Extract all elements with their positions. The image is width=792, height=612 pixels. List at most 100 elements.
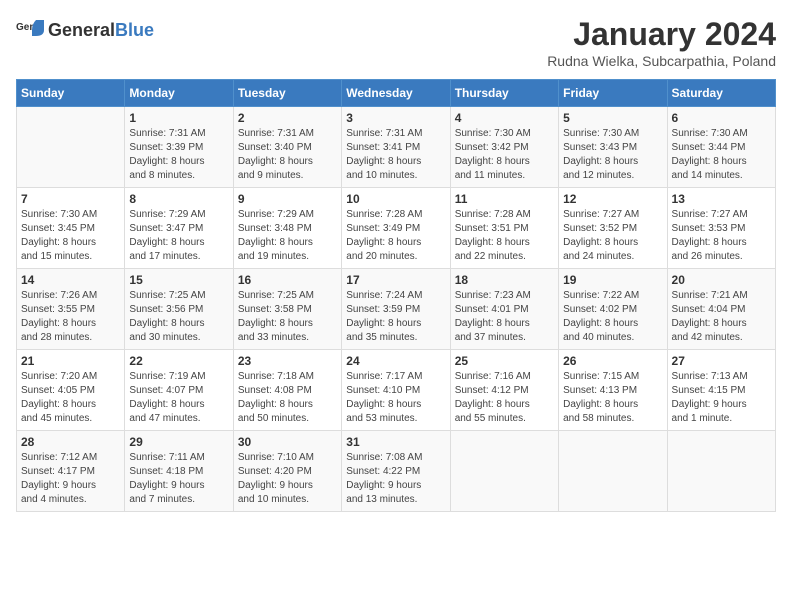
day-number: 25 xyxy=(455,354,554,368)
cell-content: Sunrise: 7:31 AM Sunset: 3:41 PM Dayligh… xyxy=(346,127,445,183)
day-number: 10 xyxy=(346,192,445,206)
day-number: 18 xyxy=(455,273,554,287)
calendar-title: January 2024 xyxy=(547,16,776,53)
calendar-week-row: 14 Sunrise: 7:26 AM Sunset: 3:55 PM Dayli… xyxy=(17,269,776,350)
day-number: 17 xyxy=(346,273,445,287)
calendar-week-row: 1 Sunrise: 7:31 AM Sunset: 3:39 PM Daylig… xyxy=(17,107,776,188)
calendar-cell: 5Sunrise: 7:30 AM Sunset: 3:43 PM Daylig… xyxy=(559,107,667,188)
cell-content: Sunrise: 7:13 AM Sunset: 4:15 PM Dayligh… xyxy=(672,370,771,426)
calendar-cell: 20 Sunrise: 7:21 AM Sunset: 4:04 PM Dayli… xyxy=(667,269,775,350)
day-number: 30 xyxy=(238,435,337,449)
calendar-body: 1 Sunrise: 7:31 AM Sunset: 3:39 PM Daylig… xyxy=(17,107,776,512)
calendar-cell xyxy=(450,431,558,512)
calendar-cell: 29Sunrise: 7:11 AM Sunset: 4:18 PM Dayli… xyxy=(125,431,233,512)
cell-content: Sunrise: 7:30 AM Sunset: 3:44 PM Dayligh… xyxy=(672,127,771,183)
calendar-cell xyxy=(667,431,775,512)
calendar-cell: 30 Sunrise: 7:10 AM Sunset: 4:20 PM Dayli… xyxy=(233,431,341,512)
calendar-cell: 13Sunrise: 7:27 AM Sunset: 3:53 PM Dayli… xyxy=(667,188,775,269)
calendar-cell: 16 Sunrise: 7:25 AM Sunset: 3:58 PM Dayli… xyxy=(233,269,341,350)
day-number: 12 xyxy=(563,192,662,206)
day-of-week-header: Monday xyxy=(125,80,233,107)
day-number: 7 xyxy=(21,192,120,206)
cell-content: Sunrise: 7:27 AM Sunset: 3:53 PM Dayligh… xyxy=(672,208,771,264)
calendar-cell: 1 Sunrise: 7:31 AM Sunset: 3:39 PM Daylig… xyxy=(125,107,233,188)
page-header: General General Blue January 2024 Rudna … xyxy=(16,16,776,69)
day-number: 4 xyxy=(455,111,554,125)
day-of-week-header: Saturday xyxy=(667,80,775,107)
cell-content: Sunrise: 7:21 AM Sunset: 4:04 PM Dayligh… xyxy=(672,289,771,345)
calendar-cell: 27 Sunrise: 7:13 AM Sunset: 4:15 PM Dayli… xyxy=(667,350,775,431)
cell-content: Sunrise: 7:16 AM Sunset: 4:12 PM Dayligh… xyxy=(455,370,554,426)
day-number: 16 xyxy=(238,273,337,287)
cell-content: Sunrise: 7:31 AM Sunset: 3:39 PM Dayligh… xyxy=(129,127,228,183)
calendar-cell: 2Sunrise: 7:31 AM Sunset: 3:40 PM Daylig… xyxy=(233,107,341,188)
calendar-cell: 8 Sunrise: 7:29 AM Sunset: 3:47 PM Daylig… xyxy=(125,188,233,269)
calendar-cell xyxy=(17,107,125,188)
cell-content: Sunrise: 7:30 AM Sunset: 3:42 PM Dayligh… xyxy=(455,127,554,183)
calendar-cell: 25 Sunrise: 7:16 AM Sunset: 4:12 PM Dayli… xyxy=(450,350,558,431)
calendar-cell: 21 Sunrise: 7:20 AM Sunset: 4:05 PM Dayli… xyxy=(17,350,125,431)
calendar-cell: 31 Sunrise: 7:08 AM Sunset: 4:22 PM Dayli… xyxy=(342,431,450,512)
day-of-week-header: Wednesday xyxy=(342,80,450,107)
cell-content: Sunrise: 7:08 AM Sunset: 4:22 PM Dayligh… xyxy=(346,451,445,507)
calendar-cell: 18Sunrise: 7:23 AM Sunset: 4:01 PM Dayli… xyxy=(450,269,558,350)
calendar-cell: 15 Sunrise: 7:25 AM Sunset: 3:56 PM Dayli… xyxy=(125,269,233,350)
day-number: 20 xyxy=(672,273,771,287)
calendar-header: SundayMondayTuesdayWednesdayThursdayFrid… xyxy=(17,80,776,107)
cell-content: Sunrise: 7:26 AM Sunset: 3:55 PM Dayligh… xyxy=(21,289,120,345)
calendar-table: SundayMondayTuesdayWednesdayThursdayFrid… xyxy=(16,79,776,512)
cell-content: Sunrise: 7:29 AM Sunset: 3:48 PM Dayligh… xyxy=(238,208,337,264)
calendar-cell: 12Sunrise: 7:27 AM Sunset: 3:52 PM Dayli… xyxy=(559,188,667,269)
calendar-cell: 3 Sunrise: 7:31 AM Sunset: 3:41 PM Daylig… xyxy=(342,107,450,188)
day-number: 11 xyxy=(455,192,554,206)
day-number: 15 xyxy=(129,273,228,287)
day-number: 26 xyxy=(563,354,662,368)
calendar-cell: 24Sunrise: 7:17 AM Sunset: 4:10 PM Dayli… xyxy=(342,350,450,431)
calendar-cell: 10Sunrise: 7:28 AM Sunset: 3:49 PM Dayli… xyxy=(342,188,450,269)
calendar-cell: 26 Sunrise: 7:15 AM Sunset: 4:13 PM Dayli… xyxy=(559,350,667,431)
cell-content: Sunrise: 7:17 AM Sunset: 4:10 PM Dayligh… xyxy=(346,370,445,426)
cell-content: Sunrise: 7:22 AM Sunset: 4:02 PM Dayligh… xyxy=(563,289,662,345)
calendar-cell: 9Sunrise: 7:29 AM Sunset: 3:48 PM Daylig… xyxy=(233,188,341,269)
cell-content: Sunrise: 7:20 AM Sunset: 4:05 PM Dayligh… xyxy=(21,370,120,426)
cell-content: Sunrise: 7:10 AM Sunset: 4:20 PM Dayligh… xyxy=(238,451,337,507)
calendar-subtitle: Rudna Wielka, Subcarpathia, Poland xyxy=(547,53,776,69)
day-of-week-header: Tuesday xyxy=(233,80,341,107)
calendar-cell: 14 Sunrise: 7:26 AM Sunset: 3:55 PM Dayli… xyxy=(17,269,125,350)
cell-content: Sunrise: 7:25 AM Sunset: 3:56 PM Dayligh… xyxy=(129,289,228,345)
cell-content: Sunrise: 7:24 AM Sunset: 3:59 PM Dayligh… xyxy=(346,289,445,345)
cell-content: Sunrise: 7:29 AM Sunset: 3:47 PM Dayligh… xyxy=(129,208,228,264)
day-of-week-header: Sunday xyxy=(17,80,125,107)
day-number: 2 xyxy=(238,111,337,125)
day-number: 14 xyxy=(21,273,120,287)
day-number: 29 xyxy=(129,435,228,449)
calendar-cell: 23 Sunrise: 7:18 AM Sunset: 4:08 PM Dayli… xyxy=(233,350,341,431)
title-area: January 2024 Rudna Wielka, Subcarpathia,… xyxy=(547,16,776,69)
cell-content: Sunrise: 7:18 AM Sunset: 4:08 PM Dayligh… xyxy=(238,370,337,426)
day-number: 19 xyxy=(563,273,662,287)
cell-content: Sunrise: 7:30 AM Sunset: 3:43 PM Dayligh… xyxy=(563,127,662,183)
cell-content: Sunrise: 7:30 AM Sunset: 3:45 PM Dayligh… xyxy=(21,208,120,264)
day-header-row: SundayMondayTuesdayWednesdayThursdayFrid… xyxy=(17,80,776,107)
day-number: 28 xyxy=(21,435,120,449)
day-number: 3 xyxy=(346,111,445,125)
day-number: 1 xyxy=(129,111,228,125)
calendar-cell: 4 Sunrise: 7:30 AM Sunset: 3:42 PM Daylig… xyxy=(450,107,558,188)
calendar-cell: 11 Sunrise: 7:28 AM Sunset: 3:51 PM Dayli… xyxy=(450,188,558,269)
logo-text-general: General xyxy=(48,20,115,41)
day-number: 8 xyxy=(129,192,228,206)
calendar-week-row: 28Sunrise: 7:12 AM Sunset: 4:17 PM Dayli… xyxy=(17,431,776,512)
cell-content: Sunrise: 7:28 AM Sunset: 3:51 PM Dayligh… xyxy=(455,208,554,264)
day-number: 21 xyxy=(21,354,120,368)
day-number: 23 xyxy=(238,354,337,368)
calendar-cell: 22Sunrise: 7:19 AM Sunset: 4:07 PM Dayli… xyxy=(125,350,233,431)
logo: General General Blue xyxy=(16,16,154,44)
cell-content: Sunrise: 7:19 AM Sunset: 4:07 PM Dayligh… xyxy=(129,370,228,426)
cell-content: Sunrise: 7:15 AM Sunset: 4:13 PM Dayligh… xyxy=(563,370,662,426)
day-number: 31 xyxy=(346,435,445,449)
calendar-cell xyxy=(559,431,667,512)
cell-content: Sunrise: 7:25 AM Sunset: 3:58 PM Dayligh… xyxy=(238,289,337,345)
day-number: 27 xyxy=(672,354,771,368)
day-of-week-header: Friday xyxy=(559,80,667,107)
day-number: 6 xyxy=(672,111,771,125)
